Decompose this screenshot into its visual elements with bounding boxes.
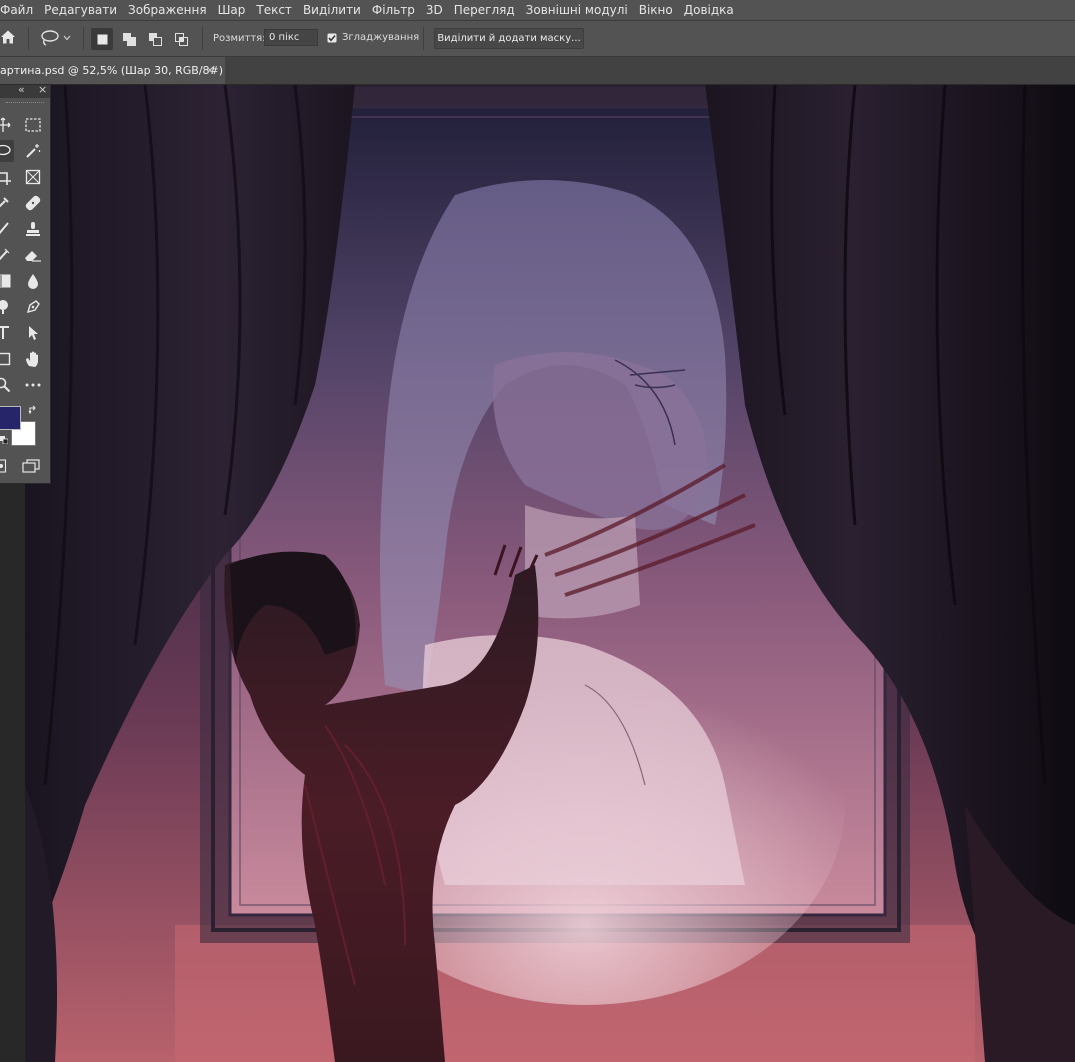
quick-mask-icon <box>0 459 7 473</box>
menu-select[interactable]: Виділити <box>297 0 366 20</box>
marquee-icon <box>25 118 41 132</box>
swap-colors-icon <box>28 405 38 415</box>
menu-bar: Файл Редагувати Зображення Шар Текст Вид… <box>0 0 1075 20</box>
new-selection-icon <box>97 34 108 45</box>
add-selection-icon <box>122 32 137 47</box>
menu-3d[interactable]: 3D <box>420 0 448 20</box>
options-bar: Розмиття: 0 пікс Згладжування Виділити й… <box>0 20 1075 57</box>
screen-mode-icon <box>22 459 40 473</box>
blur-tool[interactable] <box>22 270 44 292</box>
antialias-toggle[interactable]: Згладжування <box>327 32 419 43</box>
eraser-icon <box>24 248 42 262</box>
menu-help[interactable]: Довідка <box>678 0 739 20</box>
eyedropper-tool[interactable] <box>0 192 14 214</box>
menu-layer[interactable]: Шар <box>212 0 251 20</box>
screen-mode-button[interactable] <box>22 459 40 473</box>
move-icon <box>0 117 11 133</box>
frame-tool[interactable] <box>22 166 44 188</box>
crop-icon <box>0 169 11 185</box>
frame-icon <box>25 169 41 185</box>
brush-icon <box>0 221 11 237</box>
chevron-down-icon <box>63 35 71 41</box>
foreground-color-swatch[interactable] <box>0 406 21 430</box>
more-tools-button[interactable] <box>22 374 44 396</box>
pen-icon <box>25 299 41 315</box>
close-icon[interactable]: × <box>205 57 215 84</box>
lasso-icon <box>0 144 11 158</box>
path-select-tool[interactable] <box>22 322 44 344</box>
magic-wand-tool[interactable] <box>22 140 44 162</box>
intersect-selection-button[interactable] <box>170 28 192 50</box>
healing-brush-tool[interactable] <box>22 192 44 214</box>
select-and-mask-button[interactable]: Виділити й додати маску... <box>434 28 584 49</box>
quick-mask-button[interactable] <box>0 459 7 473</box>
lasso-icon <box>40 29 60 47</box>
healing-brush-icon <box>24 194 42 212</box>
panel-grip[interactable] <box>6 102 44 105</box>
tool-preset-picker[interactable] <box>40 29 71 47</box>
gradient-tool[interactable] <box>0 270 14 292</box>
antialias-label: Згладжування <box>342 32 420 43</box>
history-brush-icon <box>0 247 11 263</box>
subtract-selection-icon <box>148 32 163 47</box>
tools-panel-header[interactable]: « × <box>0 83 50 98</box>
default-colors-icon <box>0 436 8 444</box>
path-select-icon <box>26 325 40 341</box>
move-tool[interactable] <box>0 114 14 136</box>
artwork <box>25 85 1075 1062</box>
magic-wand-icon <box>25 143 41 159</box>
marquee-tool[interactable] <box>22 114 44 136</box>
eraser-tool[interactable] <box>22 244 44 266</box>
rectangle-tool[interactable] <box>0 348 14 370</box>
lasso-tool[interactable] <box>0 140 14 162</box>
menu-plugins[interactable]: Зовнішні модулі <box>520 0 633 20</box>
document-tab-strip: артина.psd @ 52,5% (Шар 30, RGB/8#) × <box>0 57 1075 85</box>
eyedropper-icon <box>0 195 11 211</box>
feather-label: Розмиття: <box>213 33 266 44</box>
menu-view[interactable]: Перегляд <box>448 0 520 20</box>
hand-icon <box>25 350 41 368</box>
clone-stamp-tool[interactable] <box>22 218 44 240</box>
clone-stamp-icon <box>25 221 41 237</box>
menu-image[interactable]: Зображення <box>123 0 213 20</box>
default-colors-button[interactable] <box>0 436 8 444</box>
document-canvas[interactable] <box>25 85 1075 1062</box>
subtract-selection-button[interactable] <box>144 28 166 50</box>
menu-type[interactable]: Текст <box>251 0 298 20</box>
document-tab[interactable]: артина.psd @ 52,5% (Шар 30, RGB/8#) × <box>0 57 225 84</box>
new-selection-button[interactable] <box>91 28 113 50</box>
close-icon[interactable]: × <box>38 83 47 96</box>
brush-tool[interactable] <box>0 218 14 240</box>
zoom-tool[interactable] <box>0 374 14 396</box>
dodge-icon <box>0 299 11 315</box>
swap-colors-button[interactable] <box>28 405 38 415</box>
feather-input[interactable]: 0 пікс <box>264 29 318 46</box>
blur-icon <box>26 273 40 289</box>
collapse-icon[interactable]: « <box>18 83 25 96</box>
checkbox-icon <box>327 33 337 43</box>
menu-filter[interactable]: Фільтр <box>366 0 420 20</box>
crop-tool[interactable] <box>0 166 14 188</box>
rectangle-icon <box>0 352 11 366</box>
intersect-selection-icon <box>174 32 189 47</box>
type-icon <box>0 325 11 341</box>
menu-file[interactable]: Файл <box>0 0 39 20</box>
type-tool[interactable] <box>0 322 14 344</box>
dodge-tool[interactable] <box>0 296 14 318</box>
home-icon <box>0 29 16 45</box>
more-icon <box>25 383 41 387</box>
history-brush-tool[interactable] <box>0 244 14 266</box>
tools-panel: « × <box>0 83 51 484</box>
home-button[interactable] <box>0 29 16 45</box>
menu-window[interactable]: Вікно <box>633 0 678 20</box>
hand-tool[interactable] <box>22 348 44 370</box>
add-selection-button[interactable] <box>118 28 140 50</box>
menu-edit[interactable]: Редагувати <box>39 0 123 20</box>
document-tab-title: артина.psd @ 52,5% (Шар 30, RGB/8#) <box>0 64 224 77</box>
pen-tool[interactable] <box>22 296 44 318</box>
zoom-icon <box>0 377 11 393</box>
gradient-icon <box>0 274 11 288</box>
